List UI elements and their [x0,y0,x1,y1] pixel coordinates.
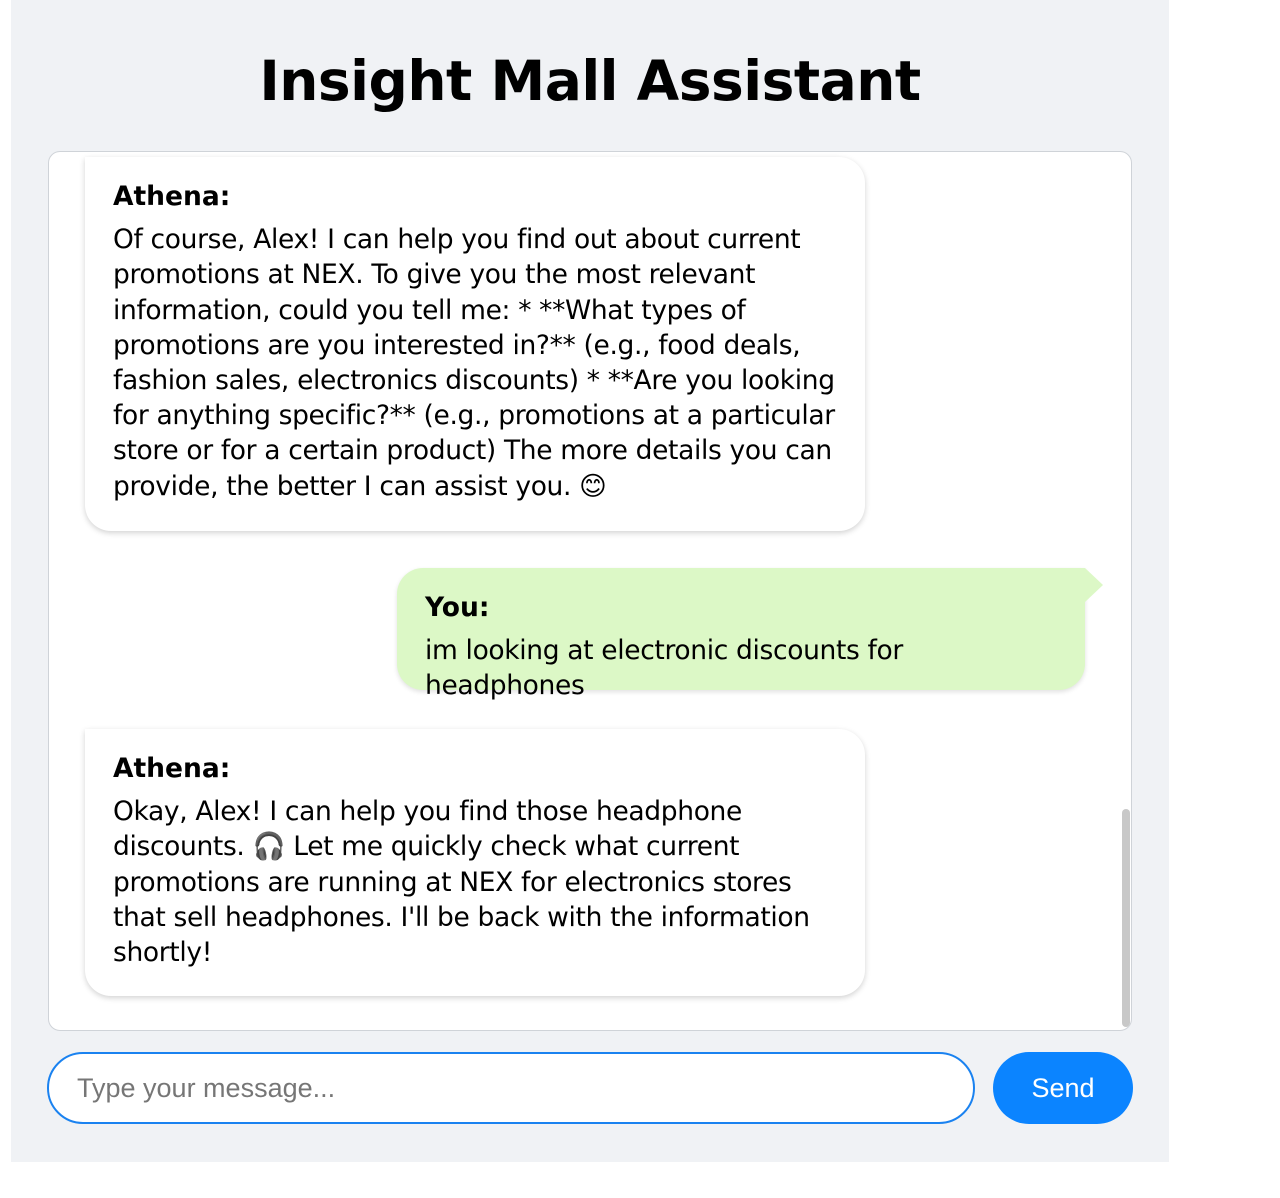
bot-message: Athena: Okay, Alex! I can help you find … [85,729,865,996]
message-text: Okay, Alex! I can help you find those he… [113,796,810,969]
chat-history[interactable]: Athena: Of course, Alex! I can help you … [48,151,1132,1031]
chat-app: Insight Mall Assistant Athena: Of course… [11,0,1169,1162]
message-text: im looking at electronic discounts for h… [425,635,903,702]
send-button[interactable]: Send [993,1052,1133,1124]
chat-scrollbar[interactable] [1122,809,1130,1027]
message-sender: Athena: [113,181,231,212]
message-sender: Athena: [113,753,231,784]
user-bubble-tail [1085,568,1103,602]
message-text: Of course, Alex! I can help you find out… [113,224,835,502]
page-title: Insight Mall Assistant [259,49,921,113]
message-input[interactable] [47,1052,975,1124]
bot-message: Athena: Of course, Alex! I can help you … [85,157,865,531]
message-sender: You: [425,592,490,623]
user-message: You: im looking at electronic discounts … [397,568,1085,701]
